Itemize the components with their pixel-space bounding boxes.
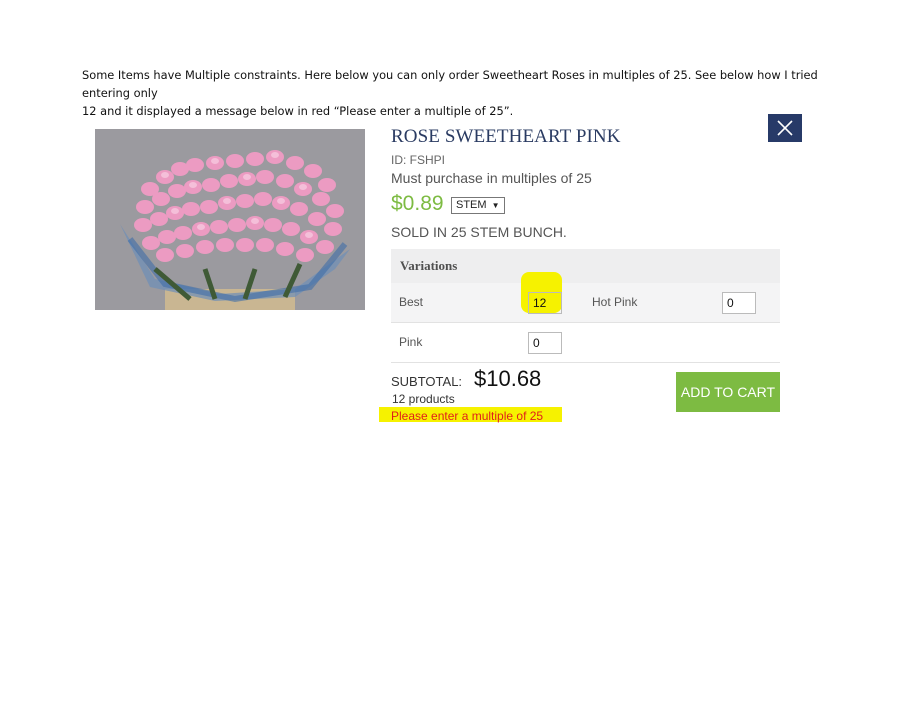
close-button[interactable]: [768, 114, 802, 142]
close-icon: [777, 120, 793, 136]
unit-select[interactable]: STEM ▼: [451, 197, 505, 214]
qty-input-best[interactable]: [528, 292, 562, 314]
product-image: [95, 129, 365, 310]
variation-name-best: Best: [399, 295, 424, 309]
intro-line-1: Some Items have Multiple constraints. He…: [82, 68, 818, 100]
intro-line-2: 12 and it displayed a message below in r…: [82, 104, 514, 118]
variation-name-hot-pink: Hot Pink: [592, 295, 638, 309]
unit-select-value: STEM: [456, 199, 487, 211]
variations-table: Variations Best Hot Pink Pink: [391, 249, 780, 363]
subtotal-label: SUBTOTAL:: [391, 374, 463, 389]
variation-name-pink: Pink: [399, 335, 423, 349]
intro-text: Some Items have Multiple constraints. He…: [82, 66, 842, 120]
validation-error: Please enter a multiple of 25: [391, 409, 544, 423]
subtotal-value: $10.68: [474, 366, 542, 391]
product-title: ROSE SWEETHEART PINK: [391, 126, 621, 147]
variation-row: Pink: [391, 323, 780, 363]
purchase-constraint: Must purchase in multiples of 25: [391, 170, 592, 186]
qty-input-pink[interactable]: [528, 332, 562, 354]
product-count: 12 products: [392, 392, 455, 406]
variation-row: Best Hot Pink: [391, 283, 780, 323]
qty-input-hot-pink[interactable]: [722, 292, 756, 314]
product-id: ID: FSHPI: [391, 153, 446, 167]
product-price: $0.89: [391, 192, 444, 215]
add-to-cart-button[interactable]: ADD TO CART: [676, 372, 780, 412]
sold-in-note: SOLD IN 25 STEM BUNCH.: [391, 224, 567, 240]
caret-down-icon: ▼: [491, 201, 500, 210]
variations-header: Variations: [391, 249, 780, 283]
